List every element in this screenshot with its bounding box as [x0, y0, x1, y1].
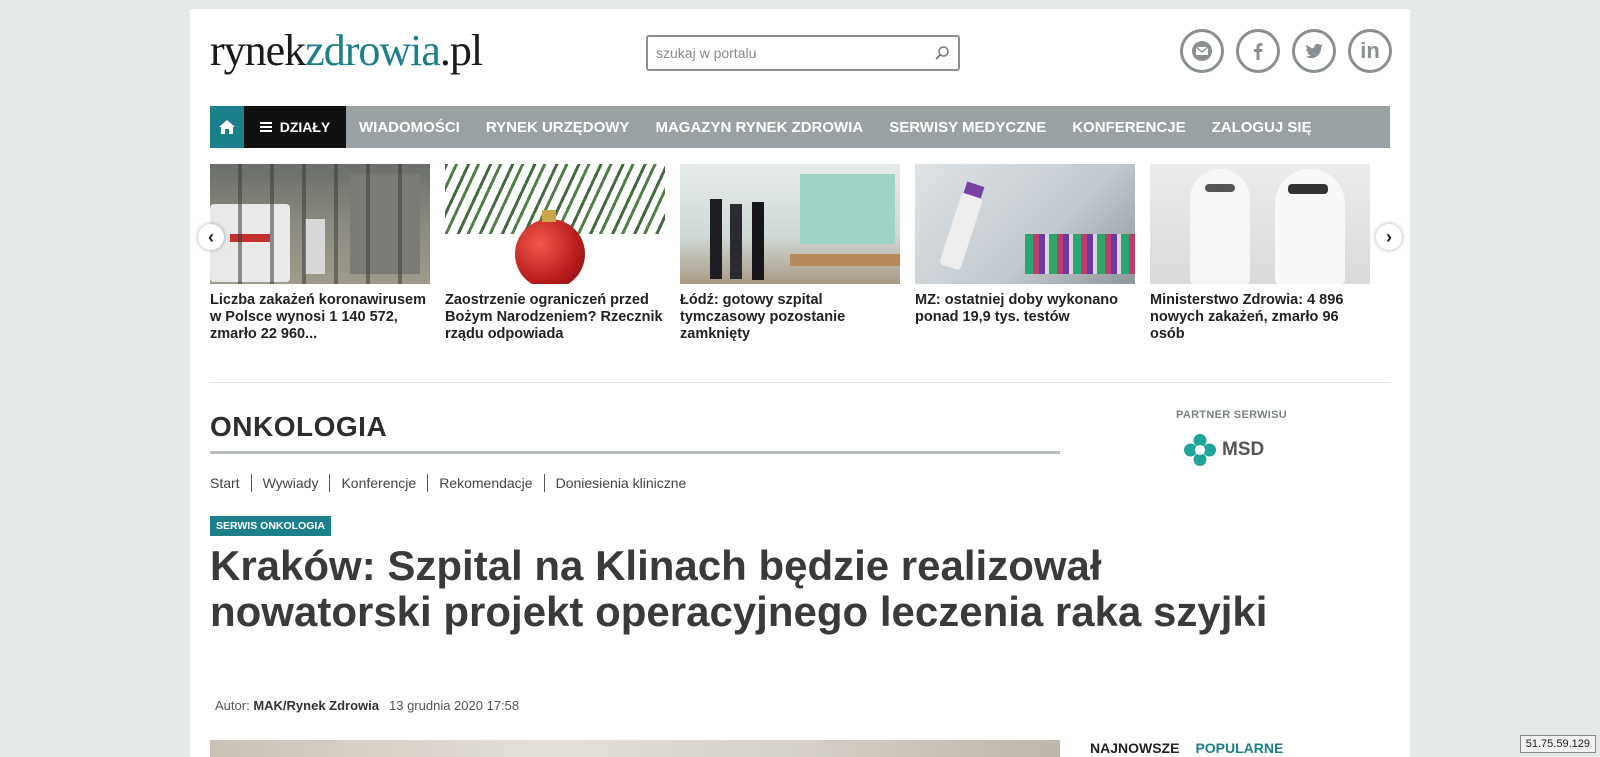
card-title[interactable]: Zaostrzenie ograniczeń przed Bożym Narod…	[445, 292, 665, 343]
author-label: Autor:	[215, 698, 250, 713]
article-image	[210, 740, 1060, 757]
carousel-card[interactable]: Ministerstwo Zdrowia: 4 896 nowych zakaż…	[1150, 164, 1370, 343]
card-image[interactable]	[445, 164, 665, 284]
article-headline: Kraków: Szpital na Klinach będzie realiz…	[210, 542, 1268, 635]
article-date: 13 grudnia 2020 17:58	[389, 698, 520, 713]
card-title[interactable]: Liczba zakażeń koronawirusem w Polsce wy…	[210, 292, 430, 343]
home-button[interactable]	[210, 106, 244, 148]
ip-address-badge: 51.75.59.129	[1519, 735, 1596, 753]
carousel-prev-button[interactable]: ‹	[198, 224, 224, 250]
site-logo[interactable]: rynekzdrowia.pl	[210, 26, 483, 75]
logo-part-rynek: rynek	[210, 26, 306, 75]
section-rule	[210, 451, 1060, 454]
carousel-card[interactable]: Liczba zakażeń koronawirusem w Polsce wy…	[210, 164, 430, 343]
author-label-wrap: Autor: MAK/Rynek Zdrowia	[215, 698, 379, 713]
section-subnav: Start Wywiady Konferencje Rekomendacje D…	[210, 474, 697, 492]
subnav-item-rekomendacje[interactable]: Rekomendacje	[427, 474, 543, 492]
nav-item-magazyn[interactable]: MAGAZYN RYNEK ZDROWIA	[642, 119, 876, 136]
card-image[interactable]	[680, 164, 900, 284]
twitter-button[interactable]	[1292, 29, 1336, 73]
search-input[interactable]	[648, 37, 918, 69]
partner-name: MSD	[1222, 439, 1265, 460]
card-image[interactable]	[210, 164, 430, 284]
news-carousel: Liczba zakażeń koronawirusem w Polsce wy…	[198, 164, 1402, 364]
logo-part-pl: .pl	[439, 26, 483, 75]
carousel-card[interactable]: Zaostrzenie ograniczeń przed Bożym Narod…	[445, 164, 665, 343]
nav-item-konferencje[interactable]: KONFERENCJE	[1059, 119, 1198, 136]
nav-dzialy-button[interactable]: DZIAŁY	[244, 106, 346, 148]
page: rynekzdrowia.pl in	[190, 9, 1410, 757]
article-category-badge[interactable]: SERWIS ONKOLOGIA	[210, 516, 331, 536]
main-nav: DZIAŁY WIADOMOŚCI RYNEK URZĘDOWY MAGAZYN…	[210, 106, 1390, 148]
sidebar-tabs: NAJNOWSZE POPULARNE	[1090, 740, 1283, 756]
chevron-left-icon: ‹	[208, 226, 214, 247]
subnav-item-start[interactable]: Start	[210, 474, 251, 492]
search-box	[646, 35, 960, 71]
logo-part-zdrowia: zdrowia	[305, 26, 441, 75]
carousel-card[interactable]: Łódź: gotowy szpital tymczasowy pozostan…	[680, 164, 900, 343]
partner-logo[interactable]: MSD	[1184, 434, 1264, 466]
social-links: in	[1180, 29, 1392, 73]
home-icon	[219, 120, 235, 134]
menu-icon	[259, 122, 272, 132]
card-image[interactable]	[1150, 164, 1370, 284]
partner-label: PARTNER SERWISU	[1176, 409, 1288, 421]
card-title[interactable]: Ministerstwo Zdrowia: 4 896 nowych zakaż…	[1150, 292, 1370, 343]
facebook-button[interactable]	[1236, 29, 1280, 73]
search-icon[interactable]	[934, 45, 950, 61]
card-title[interactable]: Łódź: gotowy szpital tymczasowy pozostan…	[680, 292, 900, 343]
divider	[210, 382, 1390, 383]
linkedin-icon: in	[1360, 38, 1380, 63]
carousel-next-button[interactable]: ›	[1376, 224, 1402, 250]
subnav-item-doniesienia[interactable]: Doniesienia kliniczne	[543, 474, 698, 492]
carousel-card[interactable]: MZ: ostatniej doby wykonano ponad 19,9 t…	[915, 164, 1135, 326]
author-name: MAK/Rynek Zdrowia	[253, 698, 379, 713]
mail-icon	[1192, 41, 1212, 61]
linkedin-button[interactable]: in	[1348, 29, 1392, 73]
nav-item-rynek-urzedowy[interactable]: RYNEK URZĘDOWY	[473, 119, 643, 136]
subnav-item-konferencje[interactable]: Konferencje	[329, 474, 427, 492]
tab-newest[interactable]: NAJNOWSZE	[1090, 740, 1179, 756]
chevron-right-icon: ›	[1386, 226, 1392, 247]
facebook-icon	[1254, 43, 1263, 60]
nav-item-serwisy-medyczne[interactable]: SERWISY MEDYCZNE	[876, 119, 1059, 136]
msd-logo-icon	[1184, 434, 1216, 466]
tab-popular[interactable]: POPULARNE	[1195, 740, 1283, 756]
nav-dzialy-label: DZIAŁY	[279, 119, 331, 135]
card-image[interactable]	[915, 164, 1135, 284]
section-title: ONKOLOGIA	[210, 411, 388, 442]
article-meta: Autor: MAK/Rynek Zdrowia 13 grudnia 2020…	[215, 698, 519, 713]
mail-button[interactable]	[1180, 29, 1224, 73]
nav-item-wiadomosci[interactable]: WIADOMOŚCI	[346, 119, 473, 136]
twitter-icon	[1305, 43, 1323, 59]
card-title[interactable]: MZ: ostatniej doby wykonano ponad 19,9 t…	[915, 292, 1135, 326]
subnav-item-wywiady[interactable]: Wywiady	[250, 474, 330, 492]
nav-item-zaloguj[interactable]: ZALOGUJ SIĘ	[1199, 119, 1325, 136]
